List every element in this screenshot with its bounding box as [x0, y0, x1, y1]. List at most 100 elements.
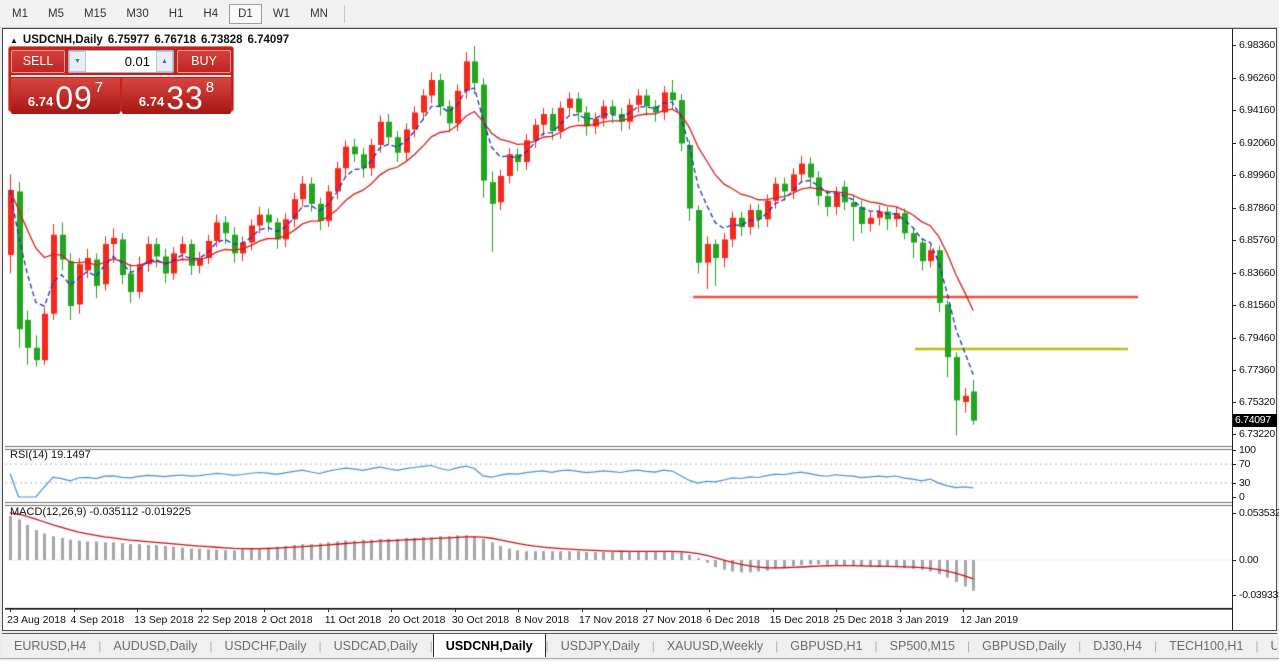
price-axis-label: 6.73220	[1239, 428, 1275, 440]
price-axis-label: 6.81560	[1239, 299, 1275, 311]
date-axis-tick	[582, 609, 583, 612]
axis-tick	[1232, 497, 1236, 498]
price-axis-label: 6.85760	[1239, 234, 1275, 246]
rsi-name: RSI(14)	[10, 449, 48, 461]
macd-scale-label: 0.053532	[1239, 507, 1279, 519]
timeframe-button[interactable]: M15	[75, 4, 115, 24]
timeframe-button[interactable]: H4	[194, 4, 227, 24]
chart-tab[interactable]: UKOil,H1	[1259, 634, 1277, 657]
chart-tab[interactable]: USDCAD,Daily	[322, 634, 430, 657]
price-axis-label: 6.96260	[1239, 72, 1275, 84]
chart-tab-bar: EURUSD,H4|AUDUSD,Daily|USDCHF,Daily|USDC…	[2, 633, 1277, 657]
date-axis-label: 6 Dec 2018	[706, 614, 760, 626]
rsi-scale-label: 0	[1239, 491, 1245, 503]
macd-name: MACD(12,26,9)	[10, 506, 86, 518]
macd-values: -0.035112 -0.019225	[89, 506, 190, 518]
price-axis-label: 6.92060	[1239, 137, 1275, 149]
date-axis-label: 4 Sep 2018	[71, 614, 125, 626]
mt4-window: { "toolbar": { "timeframes": [ {"label":…	[0, 0, 1279, 661]
date-axis-label: 3 Jan 2019	[897, 614, 949, 626]
volume-decrease-button[interactable]: ▼	[69, 51, 86, 72]
axis-tick	[1232, 240, 1236, 241]
chart-symbol-label: USDCNH,Daily	[23, 34, 103, 46]
date-axis-label: 22 Sep 2018	[198, 614, 258, 626]
ohlc-low: 6.73828	[201, 34, 243, 46]
macd-header: MACD(12,26,9) -0.035112 -0.019225	[10, 506, 191, 518]
chart-tab[interactable]: USDCHF,Daily	[213, 634, 319, 657]
chart-tab[interactable]: AUDUSD,Daily	[101, 634, 209, 657]
axis-tick	[1232, 78, 1236, 79]
rsi-scale-label: 70	[1239, 458, 1250, 470]
one-click-trade-panel: SELL ▼ 0.01 ▲ BUY 6.74 09 7 6.74 33 8	[8, 46, 234, 112]
sell-price-tile[interactable]: 6.74 09 7	[11, 78, 120, 114]
axis-tick	[1232, 175, 1236, 176]
date-axis-tick	[709, 609, 710, 612]
timeframe-button[interactable]: H1	[160, 4, 193, 24]
ohlc-open: 6.75977	[108, 34, 150, 46]
date-axis-tick	[74, 609, 75, 612]
chart-tab[interactable]: GBPUSD,H1	[778, 634, 874, 657]
date-axis-label: 8 Nov 2018	[515, 614, 569, 626]
axis-tick	[1232, 560, 1236, 561]
date-axis-tick	[391, 609, 392, 612]
macd-scale-label: 0.00	[1239, 554, 1258, 566]
chart-tab[interactable]: TECH100,H1	[1157, 634, 1255, 657]
volume-stepper: ▼ 0.01 ▲	[68, 50, 174, 73]
date-axis-tick	[900, 609, 901, 612]
date-axis-label: 30 Oct 2018	[452, 614, 509, 626]
date-axis-tick	[201, 609, 202, 612]
ohlc-close: 6.74097	[248, 34, 290, 46]
price-axis-divider	[1232, 29, 1233, 630]
chart-tab[interactable]: USDCNH,Daily	[433, 633, 546, 657]
axis-tick	[1232, 513, 1236, 514]
timeframe-button[interactable]: M5	[39, 4, 73, 24]
toolbar-separator	[344, 5, 345, 23]
chart-tab[interactable]: EURUSD,H4	[2, 634, 98, 657]
axis-tick	[1232, 370, 1236, 371]
rsi-value: 19.1497	[51, 449, 91, 461]
chart-tab[interactable]: XAUUSD,Weekly	[655, 634, 775, 657]
rsi-header: RSI(14) 19.1497	[10, 449, 91, 461]
date-axis-tick	[264, 609, 265, 612]
price-axis-label: 6.94160	[1239, 104, 1275, 116]
axis-tick	[1232, 110, 1236, 111]
chart-tab[interactable]: USDJPY,Daily	[549, 634, 652, 657]
date-axis-tick	[836, 609, 837, 612]
buy-price-big: 33	[166, 84, 204, 112]
timeframe-button[interactable]: D1	[229, 4, 262, 24]
date-axis-tick	[963, 609, 964, 612]
axis-tick	[1232, 434, 1236, 435]
date-axis-label: 27 Nov 2018	[643, 614, 703, 626]
buy-price-sup: 8	[206, 79, 214, 96]
price-axis-label: 6.75320	[1239, 396, 1275, 408]
axis-tick	[1232, 208, 1236, 209]
chart-tab[interactable]: SP500,M15	[878, 634, 967, 657]
axis-tick	[1232, 595, 1236, 596]
timeframe-button[interactable]: M30	[117, 4, 157, 24]
chart-tab[interactable]: DJ30,H4	[1081, 634, 1154, 657]
buy-price-tile[interactable]: 6.74 33 8	[122, 78, 231, 114]
date-axis-tick	[137, 609, 138, 612]
ohlc-high: 6.76718	[154, 34, 196, 46]
volume-increase-button[interactable]: ▲	[156, 51, 173, 72]
buy-button[interactable]: BUY	[177, 50, 231, 73]
timeframe-button[interactable]: W1	[264, 4, 299, 24]
axis-tick	[1232, 273, 1236, 274]
collapse-panel-icon[interactable]: ▲	[10, 36, 18, 45]
price-axis-label: 6.79460	[1239, 332, 1275, 344]
chart-title: ▲ USDCNH,Daily 6.75977 6.76718 6.73828 6…	[10, 34, 289, 46]
timeframe-button[interactable]: M1	[3, 4, 37, 24]
price-axis-label: 6.83660	[1239, 267, 1275, 279]
price-chart-canvas[interactable]	[5, 33, 1233, 610]
date-axis-tick	[10, 609, 11, 612]
chart-tab[interactable]: GBPUSD,Daily	[970, 634, 1078, 657]
date-axis-label: 2 Oct 2018	[261, 614, 312, 626]
sell-button[interactable]: SELL	[11, 50, 65, 73]
date-axis-tick	[518, 609, 519, 612]
price-axis-label: 6.89960	[1239, 169, 1275, 181]
date-axis-label: 11 Oct 2018	[325, 614, 381, 626]
axis-tick	[1232, 305, 1236, 306]
volume-input[interactable]: 0.01	[125, 54, 150, 69]
axis-tick	[1232, 338, 1236, 339]
timeframe-button[interactable]: MN	[301, 4, 337, 24]
